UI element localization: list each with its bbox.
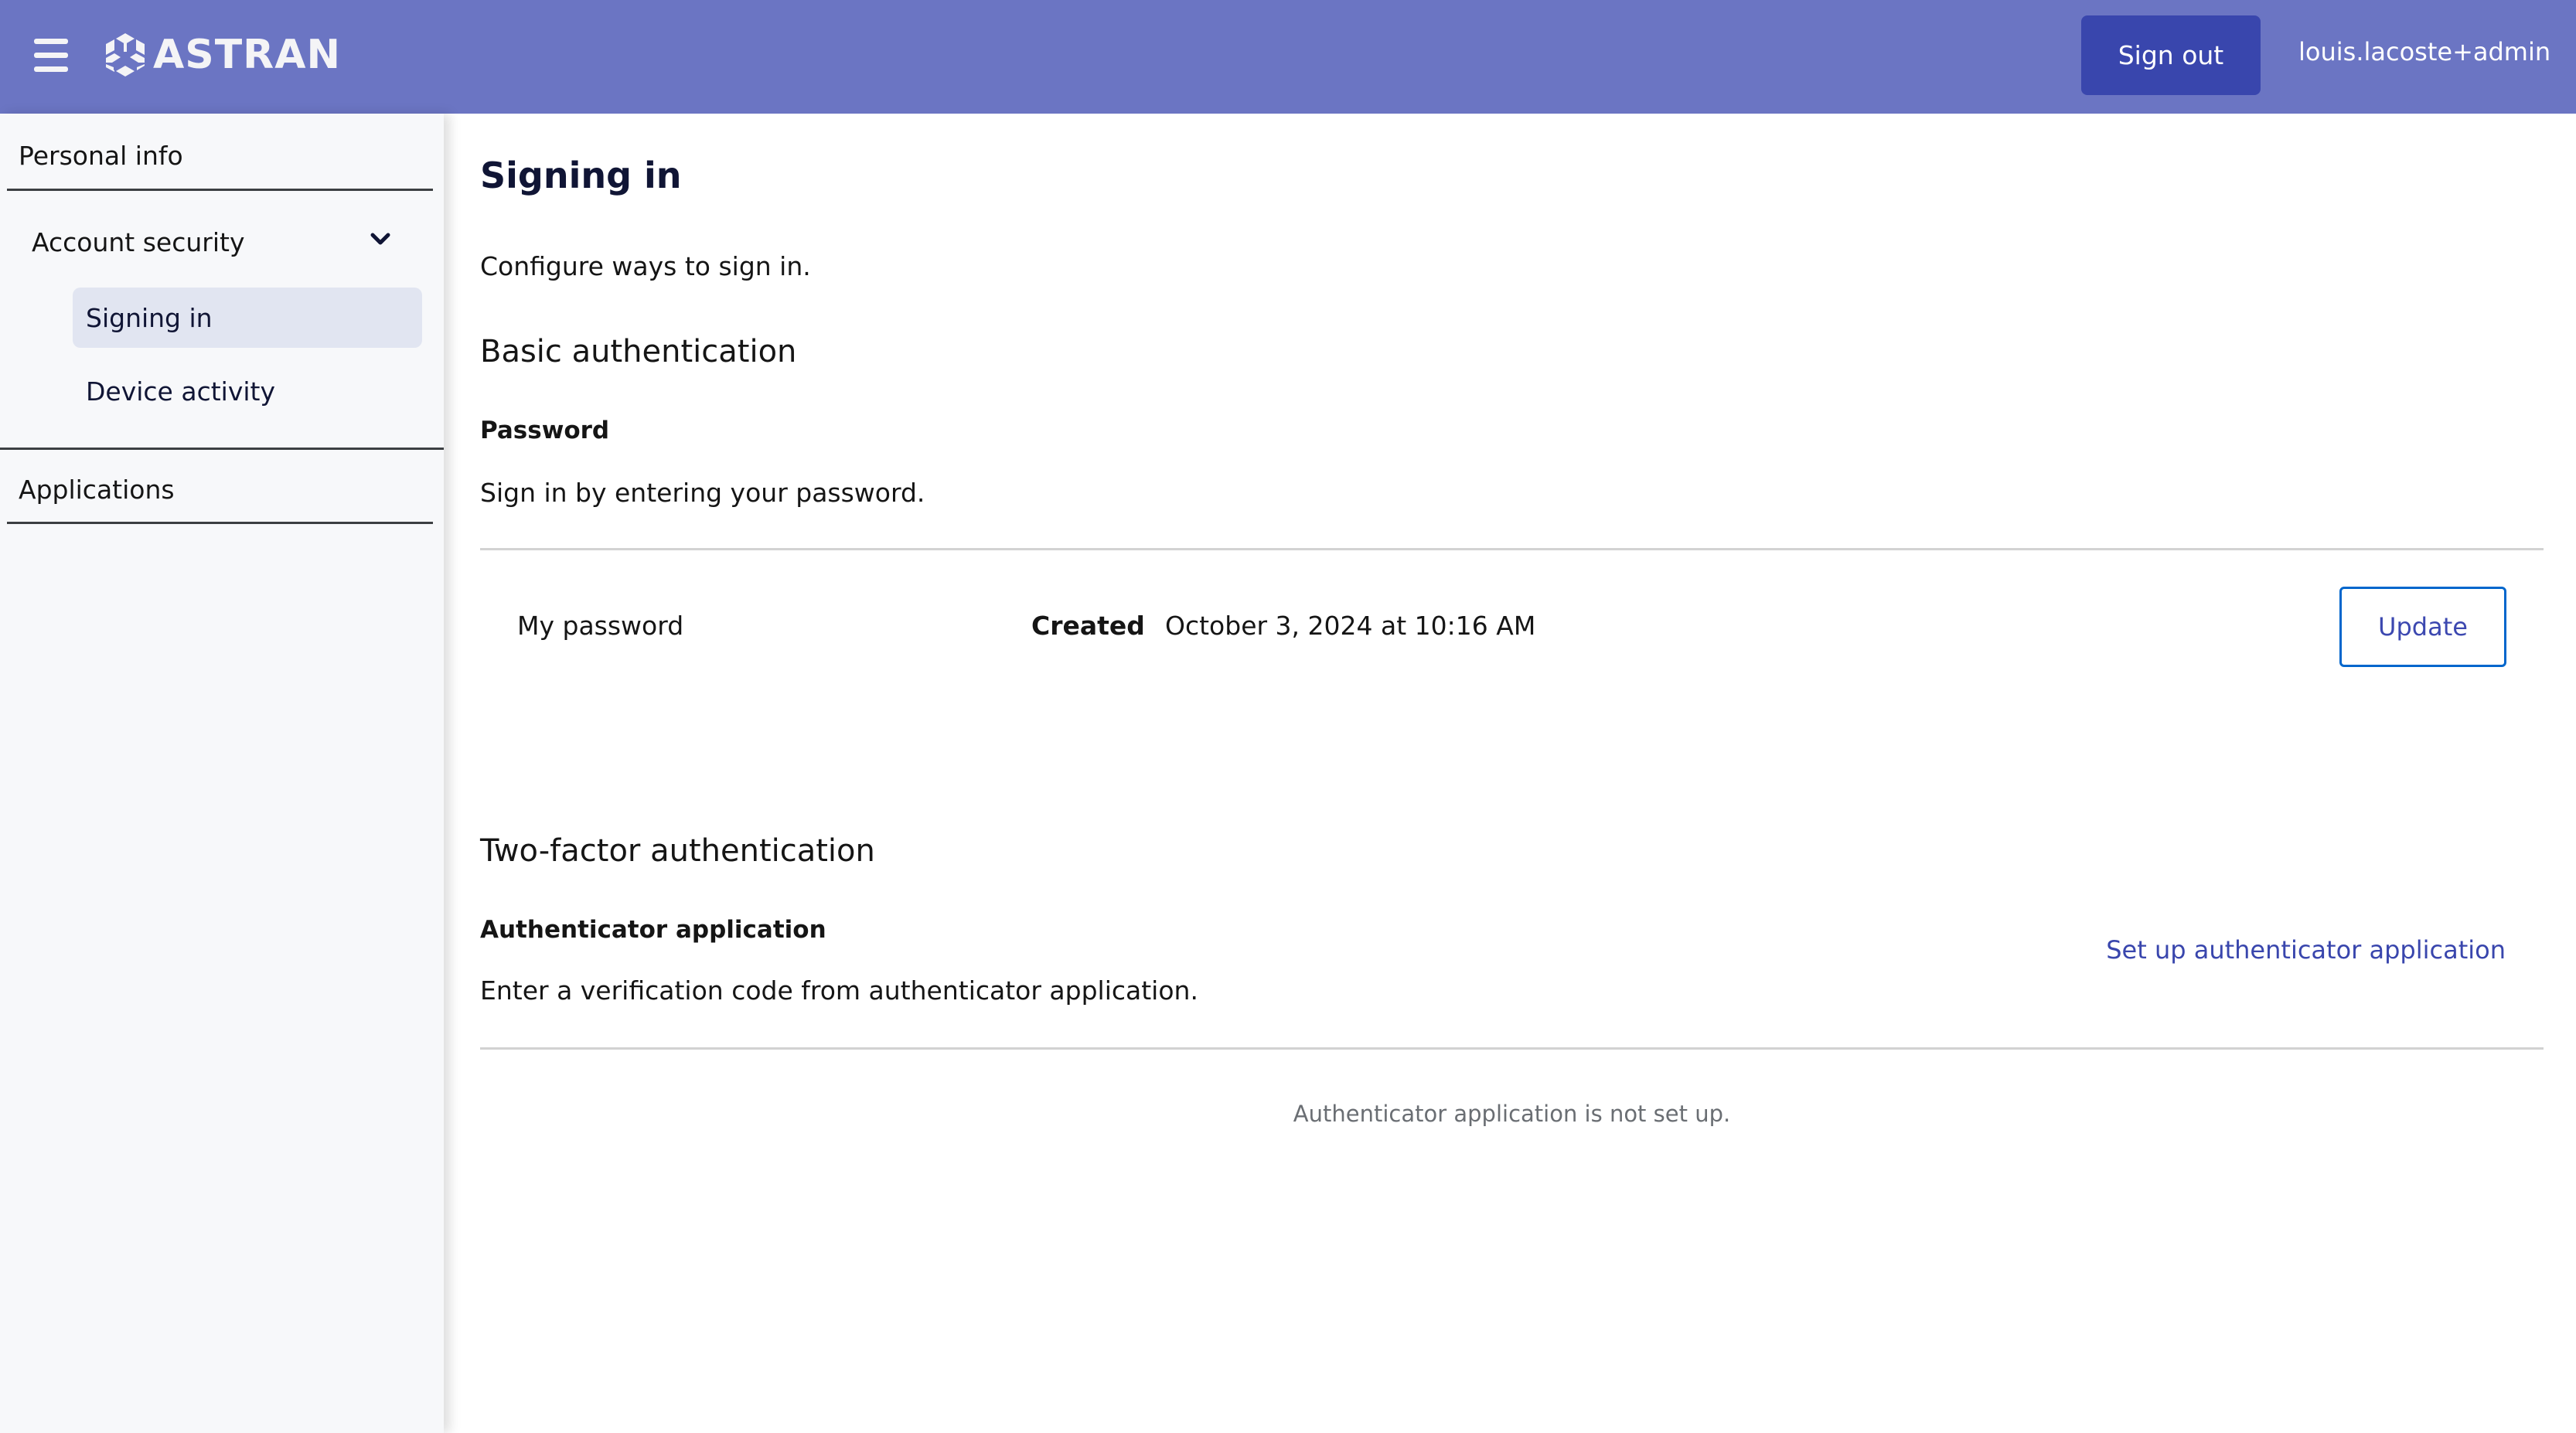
basic-auth-heading: Basic authentication bbox=[480, 334, 797, 369]
section-divider bbox=[480, 548, 2544, 550]
username-label[interactable]: louis.lacoste+admin bbox=[2298, 37, 2550, 66]
hamburger-icon[interactable] bbox=[34, 39, 68, 73]
update-password-button[interactable]: Update bbox=[2339, 587, 2506, 667]
sidebar-divider bbox=[0, 448, 444, 450]
created-label: Created bbox=[1031, 611, 1145, 641]
sidebar-item-device-activity[interactable]: Device activity bbox=[73, 361, 422, 421]
sign-out-button[interactable]: Sign out bbox=[2081, 15, 2261, 95]
page-description: Configure ways to sign in. bbox=[480, 251, 811, 281]
sidebar-item-label: Device activity bbox=[86, 376, 275, 407]
page-title: Signing in bbox=[480, 155, 682, 196]
sidebar-item-label: Signing in bbox=[86, 302, 213, 333]
sidebar-divider bbox=[7, 522, 433, 524]
section-divider bbox=[480, 1047, 2544, 1050]
authenticator-description: Enter a verification code from authentic… bbox=[480, 975, 1198, 1006]
two-factor-heading: Two-factor authentication bbox=[480, 833, 875, 869]
sidebar-item-account-security[interactable]: Account security bbox=[32, 227, 245, 257]
chevron-down-icon[interactable] bbox=[370, 231, 391, 248]
sidebar-nav: Personal info Account security Signing i… bbox=[0, 114, 444, 1433]
authenticator-empty-state: Authenticator application is not set up. bbox=[1293, 1101, 1731, 1127]
sidebar-item-personal-info[interactable]: Personal info bbox=[19, 141, 183, 171]
astran-logo-icon bbox=[106, 33, 145, 77]
top-header: ASTRAN Sign out louis.lacoste+admin bbox=[0, 0, 2576, 114]
credential-name: My password bbox=[517, 611, 684, 641]
password-description: Sign in by entering your password. bbox=[480, 478, 925, 508]
brand-logo[interactable]: ASTRAN bbox=[104, 31, 341, 79]
brand-name: ASTRAN bbox=[153, 32, 341, 78]
sidebar-divider bbox=[7, 189, 433, 191]
authenticator-heading: Authenticator application bbox=[480, 916, 826, 944]
password-heading: Password bbox=[480, 417, 610, 444]
setup-authenticator-link[interactable]: Set up authenticator application bbox=[2106, 935, 2506, 965]
sidebar-item-signing-in[interactable]: Signing in bbox=[73, 288, 422, 348]
created-date: October 3, 2024 at 10:16 AM bbox=[1165, 611, 1536, 641]
sidebar-item-applications[interactable]: Applications bbox=[19, 475, 175, 505]
